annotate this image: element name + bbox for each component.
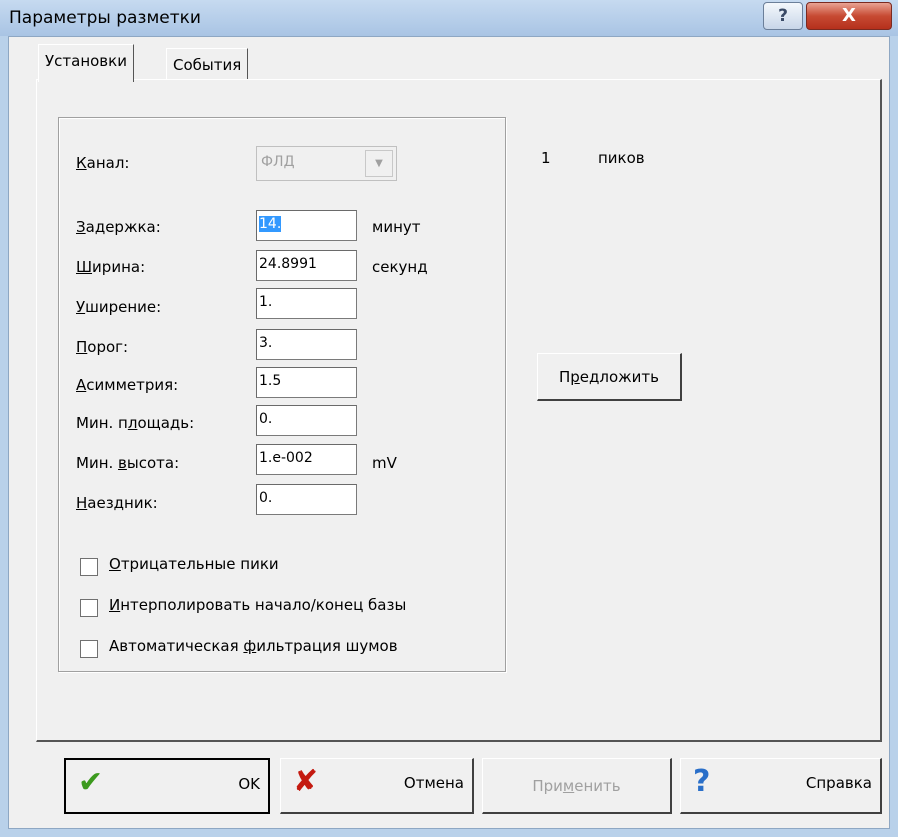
tab-events[interactable]: События xyxy=(166,48,249,80)
apply-button[interactable]: Применить xyxy=(482,758,672,814)
help-button[interactable]: ? Справка xyxy=(680,758,882,814)
asymmetry-label: Асимметрия: xyxy=(76,376,179,394)
ok-button[interactable]: ✔ OK xyxy=(64,758,270,814)
window-title: Параметры разметки xyxy=(9,8,201,28)
threshold-label: Порог: xyxy=(76,338,129,356)
negative-peaks-label[interactable]: Отрицательные пики xyxy=(109,555,279,573)
question-icon: ? xyxy=(693,764,711,799)
close-button[interactable]: X xyxy=(806,2,892,30)
min-area-label: Мин. площадь: xyxy=(76,414,195,432)
threshold-input[interactable]: 3. xyxy=(256,329,357,360)
min-area-input[interactable]: 0. xyxy=(256,405,357,436)
width-label: Ширина: xyxy=(76,258,146,276)
channel-combobox[interactable]: ФЛД ▼ xyxy=(256,146,397,181)
peaks-label: пиков xyxy=(598,149,645,167)
width-unit: секунд xyxy=(372,258,428,276)
broadening-input[interactable]: 1. xyxy=(256,288,357,319)
title-bar[interactable]: Параметры разметки ? X xyxy=(0,0,898,36)
chevron-down-icon[interactable]: ▼ xyxy=(365,150,393,177)
negative-peaks-checkbox[interactable] xyxy=(80,558,98,576)
channel-value: ФЛД xyxy=(261,154,295,170)
min-height-label: Мин. высота: xyxy=(76,454,180,472)
cross-icon: ✘ xyxy=(293,764,319,799)
suggest-button[interactable]: Предложить xyxy=(537,353,682,401)
interpolate-baseline-label[interactable]: Интерполировать начало/конец базы xyxy=(109,596,406,614)
channel-label: Канал: xyxy=(76,154,130,172)
check-icon: ✔ xyxy=(78,765,104,800)
delay-label: Задержка: xyxy=(76,218,161,236)
cancel-button[interactable]: ✘ Отмена xyxy=(280,758,474,814)
help-title-button[interactable]: ? xyxy=(763,2,803,30)
delay-value: 14. xyxy=(259,216,282,232)
width-input[interactable]: 24.8991 xyxy=(256,250,357,281)
broadening-label: Уширение: xyxy=(76,298,162,316)
asymmetry-input[interactable]: 1.5 xyxy=(256,367,357,398)
delay-unit: минут xyxy=(372,218,421,236)
min-height-unit: mV xyxy=(372,454,397,472)
tab-settings[interactable]: Установки xyxy=(38,44,134,82)
rider-label: Наездник: xyxy=(76,494,158,512)
min-height-input[interactable]: 1.e-002 xyxy=(256,444,357,475)
delay-input[interactable]: 14. xyxy=(256,210,357,241)
auto-noise-filter-label[interactable]: Автоматическая фильтрация шумов xyxy=(109,637,398,655)
peaks-count: 1 xyxy=(541,149,551,167)
interpolate-baseline-checkbox[interactable] xyxy=(80,599,98,617)
auto-noise-filter-checkbox[interactable] xyxy=(80,640,98,658)
rider-input[interactable]: 0. xyxy=(256,484,357,515)
